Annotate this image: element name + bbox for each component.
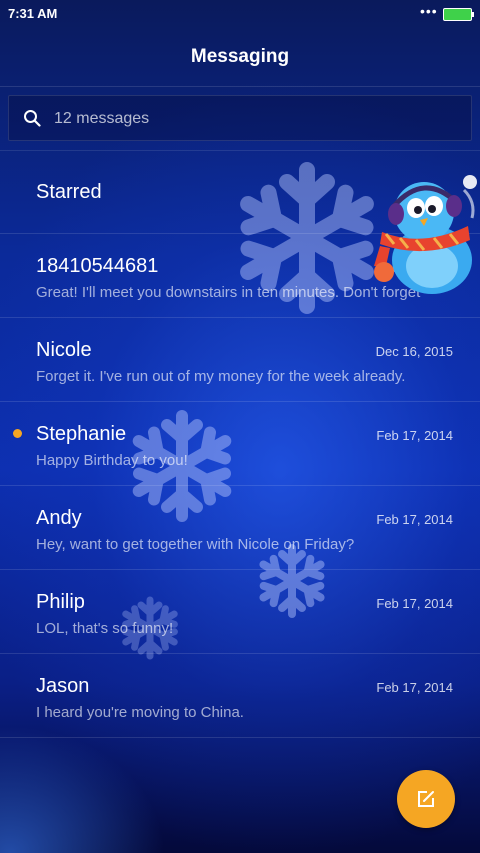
battery-icon bbox=[443, 8, 474, 21]
message-preview: Hey, want to get together with Nicole on… bbox=[36, 536, 355, 553]
compose-button[interactable] bbox=[397, 770, 455, 828]
conversation-row[interactable]: Stephanie Feb 17, 2014 Happy Birthday to… bbox=[0, 402, 480, 486]
search-icon bbox=[24, 110, 41, 127]
message-date: Dec 16, 2015 bbox=[375, 344, 453, 359]
header-divider bbox=[0, 86, 480, 87]
more-dots-icon: ••• bbox=[420, 3, 438, 19]
conversation-row[interactable]: Andy Feb 17, 2014 Hey, want to get toget… bbox=[0, 486, 480, 570]
contact-name: 18410544681 bbox=[36, 255, 159, 277]
status-time: 7:31 AM bbox=[8, 6, 58, 21]
message-preview: I heard you're moving to China. bbox=[36, 704, 244, 721]
bird-mascot-icon bbox=[374, 175, 477, 294]
unread-indicator bbox=[13, 429, 22, 438]
message-date: Feb 17, 2014 bbox=[376, 512, 453, 527]
contact-name: Andy bbox=[36, 507, 82, 529]
message-date: Feb 17, 2014 bbox=[376, 428, 453, 443]
contact-name: Philip bbox=[36, 591, 85, 613]
message-preview: LOL, that's so funny! bbox=[36, 620, 174, 637]
message-date: Feb 17, 2014 bbox=[376, 596, 453, 611]
search-input[interactable]: 12 messages bbox=[54, 110, 149, 128]
compose-icon bbox=[418, 791, 434, 807]
conversation-row[interactable]: Nicole Dec 16, 2015 Forget it. I've run … bbox=[0, 318, 480, 402]
contact-name: Jason bbox=[36, 675, 90, 697]
message-preview: Happy Birthday to you! bbox=[36, 452, 188, 469]
starred-label: Starred bbox=[36, 181, 102, 203]
message-preview: Forget it. I've run out of my money for … bbox=[36, 368, 406, 385]
conversation-row[interactable]: Philip Feb 17, 2014 LOL, that's so funny… bbox=[0, 570, 480, 654]
message-date: Feb 17, 2014 bbox=[376, 680, 453, 695]
search-bar[interactable]: 12 messages bbox=[8, 95, 472, 141]
page-title: Messaging bbox=[190, 46, 290, 67]
status-bar: 7:31 AM ••• bbox=[0, 0, 480, 28]
conversation-row[interactable]: Jason Feb 17, 2014 I heard you're moving… bbox=[0, 654, 480, 738]
contact-name: Stephanie bbox=[36, 423, 127, 445]
contact-name: Nicole bbox=[36, 339, 92, 361]
row-divider bbox=[0, 737, 480, 738]
